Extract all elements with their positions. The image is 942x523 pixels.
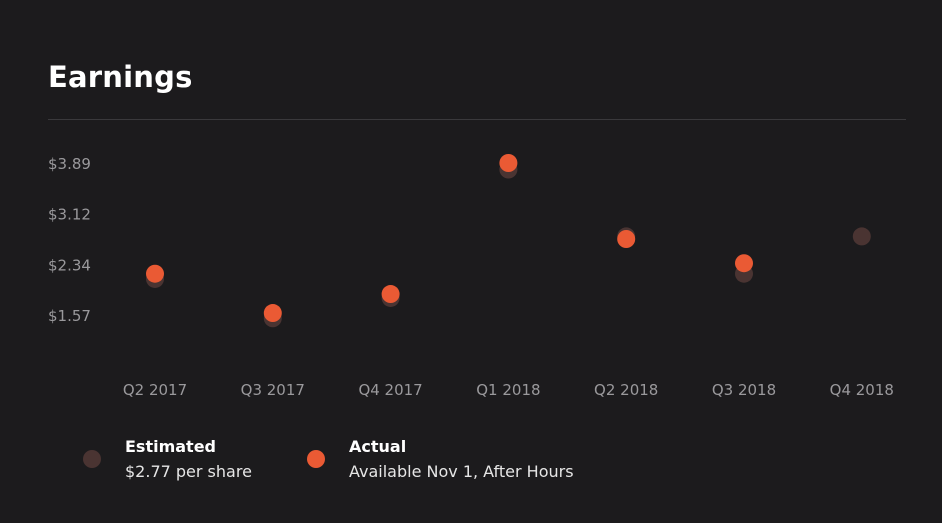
legend-actual-subtitle: Available Nov 1, After Hours	[349, 462, 574, 481]
legend-estimated-title: Estimated	[125, 437, 217, 456]
actual-dot-icon	[307, 450, 325, 468]
legend-estimated: Estimated $2.77 per share	[82, 437, 282, 487]
actual-point[interactable]	[381, 285, 400, 304]
actual-point[interactable]	[499, 154, 518, 172]
legend-actual: Actual Available Nov 1, After Hours	[306, 437, 606, 487]
x-tick-label: Q2 2017	[123, 381, 187, 399]
actual-point[interactable]	[735, 254, 753, 273]
x-tick-label: Q1 2018	[476, 381, 540, 399]
legend-estimated-subtitle: $2.77 per share	[125, 462, 252, 481]
y-tick-label: $2.34	[48, 257, 91, 275]
legend-actual-title: Actual	[349, 437, 407, 456]
x-tick-label: Q4 2018	[830, 381, 894, 399]
x-tick-label: Q2 2018	[594, 381, 658, 399]
x-tick-label: Q3 2018	[712, 381, 776, 399]
x-tick-label: Q4 2017	[358, 381, 422, 399]
x-tick-label: Q3 2017	[241, 381, 305, 399]
estimated-point[interactable]	[852, 227, 871, 246]
y-tick-label: $3.89	[48, 155, 91, 173]
actual-point[interactable]	[263, 304, 282, 323]
y-tick-label: $3.12	[48, 205, 91, 223]
y-tick-label: $1.57	[48, 307, 91, 325]
estimated-dot-icon	[83, 450, 101, 468]
actual-point[interactable]	[617, 230, 636, 248]
actual-point[interactable]	[146, 264, 164, 283]
